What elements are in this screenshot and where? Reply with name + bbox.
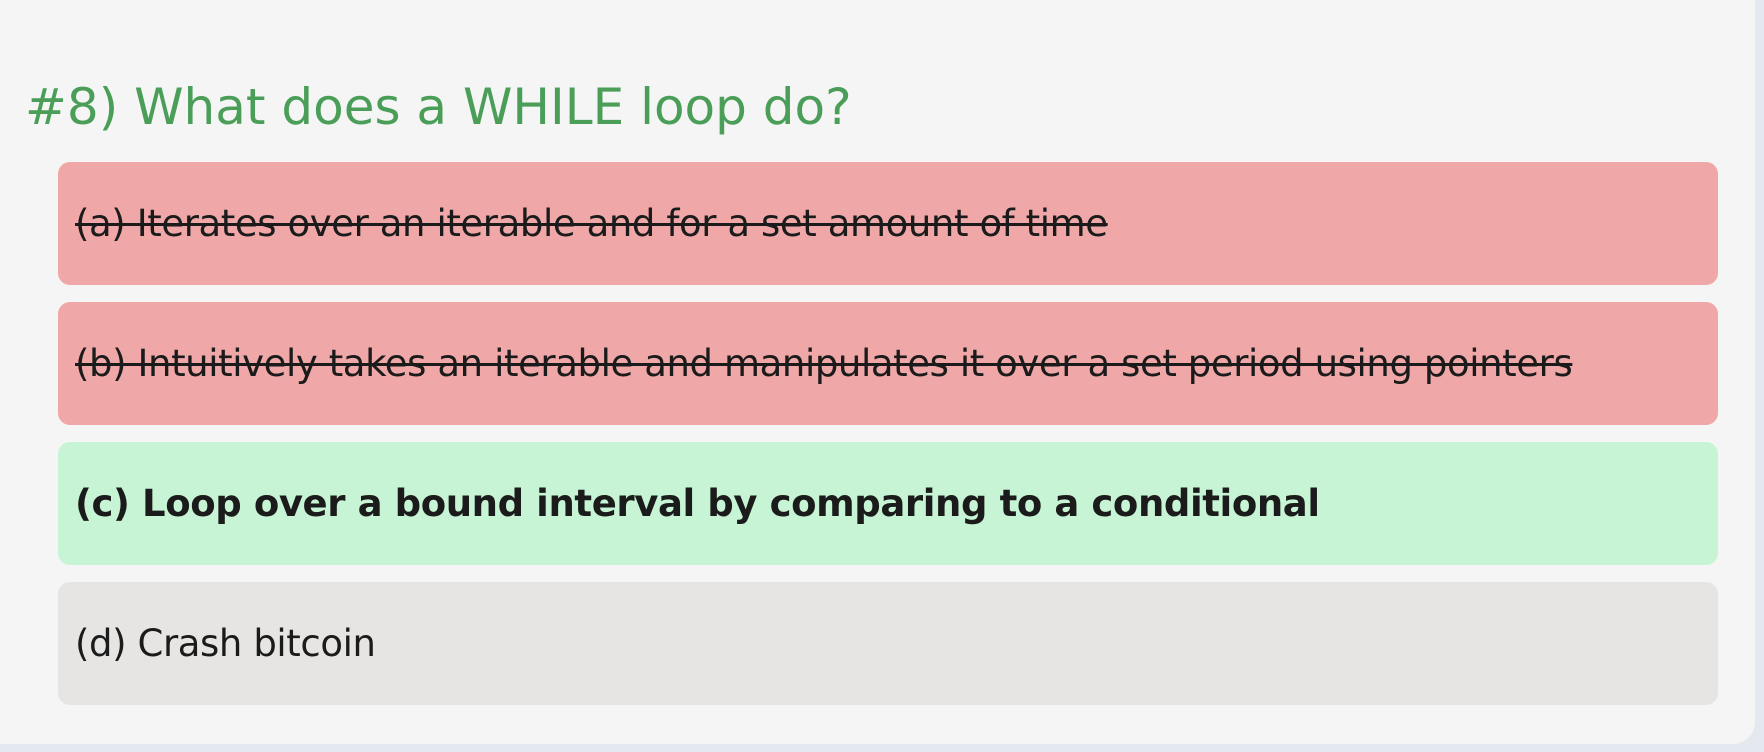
answer-option-c[interactable]: (c) Loop over a bound interval by compar…: [58, 442, 1718, 565]
answer-option-d-text: (d) Crash bitcoin: [75, 622, 376, 665]
answer-option-d[interactable]: (d) Crash bitcoin: [58, 582, 1718, 705]
answer-option-c-text: (c) Loop over a bound interval by compar…: [75, 482, 1320, 525]
question-card: #8) What does a WHILE loop do? (a) Itera…: [0, 0, 1755, 744]
answer-option-b-text: (b) Intuitively takes an iterable and ma…: [75, 342, 1573, 385]
answer-option-a-text: (a) Iterates over an iterable and for a …: [75, 202, 1108, 245]
answer-option-b[interactable]: (b) Intuitively takes an iterable and ma…: [58, 302, 1718, 425]
answer-option-a[interactable]: (a) Iterates over an iterable and for a …: [58, 162, 1718, 285]
answer-options: (a) Iterates over an iterable and for a …: [58, 162, 1718, 722]
question-title: #8) What does a WHILE loop do?: [25, 78, 852, 136]
